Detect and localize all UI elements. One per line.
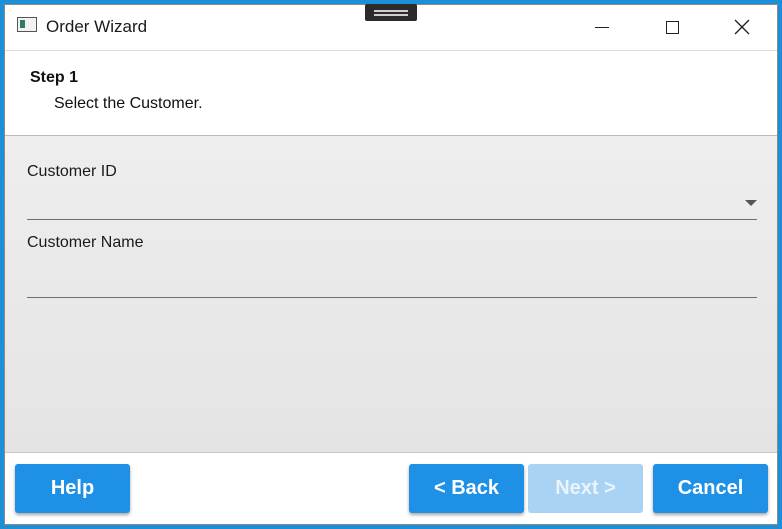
maximize-icon	[665, 20, 679, 34]
next-button[interactable]: Next >	[528, 464, 643, 513]
customer-id-combobox[interactable]	[27, 188, 757, 220]
cancel-button[interactable]: Cancel	[653, 464, 768, 513]
wizard-content: Customer ID Customer Name	[5, 136, 777, 452]
back-button[interactable]: < Back	[409, 464, 524, 513]
wizard-footer: Help < Back Next > Cancel	[5, 452, 777, 524]
customer-id-label: Customer ID	[27, 163, 117, 180]
maximize-button[interactable]	[637, 5, 707, 49]
close-button[interactable]	[707, 5, 777, 49]
order-wizard-window: Order Wizard Step 1 Select the Customer.…	[4, 4, 778, 525]
step-title: Step 1	[30, 69, 79, 86]
customer-name-label: Customer Name	[27, 234, 144, 251]
help-button[interactable]: Help	[15, 464, 130, 513]
minimize-icon	[595, 26, 609, 28]
dropdown-arrow-icon[interactable]	[745, 200, 757, 206]
wizard-header: Step 1 Select the Customer.	[5, 50, 777, 136]
minimize-button[interactable]	[567, 5, 637, 49]
window-title: Order Wizard	[46, 17, 148, 36]
app-window-icon	[17, 17, 37, 32]
drag-handle[interactable]	[365, 4, 417, 21]
step-description: Select the Customer.	[54, 95, 203, 112]
customer-name-input[interactable]	[27, 264, 757, 298]
close-icon	[734, 19, 750, 35]
